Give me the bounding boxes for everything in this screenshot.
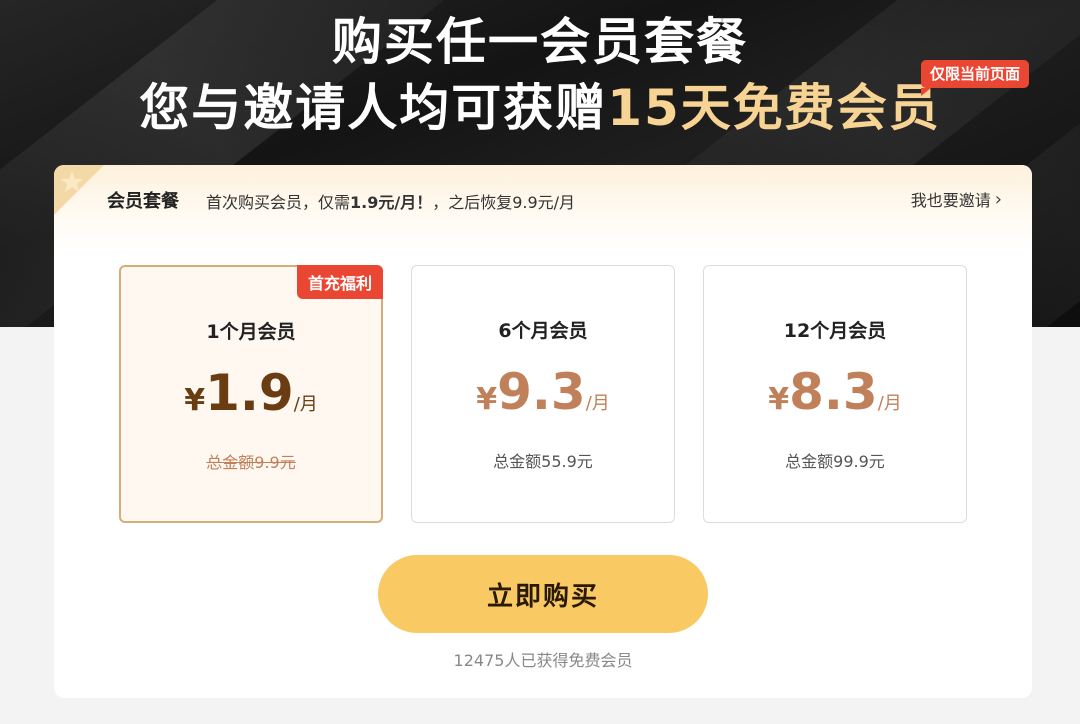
subtitle-suffix: ，之后恢复9.9元/月 (432, 193, 576, 212)
plan-option-6-months[interactable]: 6个月会员 ¥9.3/月 总金额55.9元 (411, 265, 675, 523)
plan-name: 1个月会员 (206, 321, 296, 343)
hero-subtitle: 您与邀请人均可获赠15天免费会员 (0, 78, 1080, 138)
membership-card: 会员套餐 首次购买会员，仅需1.9元/月！，之后恢复9.9元/月 我也要邀请 ›… (54, 165, 1032, 698)
chevron-right-icon: › (994, 188, 1002, 210)
price-unit: /月 (293, 394, 318, 415)
plan-price: ¥9.3/月 (412, 362, 674, 422)
currency-symbol: ¥ (184, 383, 206, 418)
plan-price: ¥1.9/月 (121, 363, 381, 423)
invite-link-label: 我也要邀请 (910, 191, 991, 210)
first-recharge-badge: 首充福利 (296, 265, 383, 299)
buy-now-button[interactable]: 立即购买 (378, 555, 708, 633)
hero-subtitle-prefix: 您与邀请人均可获赠 (139, 79, 608, 137)
free-member-count: 12475人已获得免费会员 (453, 651, 633, 670)
plan-total: 总金额55.9元 (493, 452, 593, 471)
price-unit: /月 (585, 393, 610, 414)
plan-total: 总金额99.9元 (785, 452, 885, 471)
price-unit: /月 (877, 393, 902, 414)
plan-price: ¥8.3/月 (704, 362, 966, 422)
plan-name: 12个月会员 (783, 320, 887, 342)
hero-subtitle-highlight: 15天免费会员 (607, 79, 941, 137)
subtitle-bold: 1.9元/月！ (350, 193, 433, 212)
plan-total: 总金额9.9元 (206, 453, 296, 472)
subtitle-prefix: 首次购买会员，仅需 (206, 193, 351, 212)
card-header: 会员套餐 首次购买会员，仅需1.9元/月！，之后恢复9.9元/月 我也要邀请 › (54, 165, 1032, 253)
plan-name: 6个月会员 (498, 320, 588, 342)
plan-option-12-months[interactable]: 12个月会员 ¥8.3/月 总金额99.9元 (703, 265, 967, 523)
currency-symbol: ¥ (476, 382, 498, 417)
plan-option-1-month[interactable]: 首充福利 1个月会员 ¥1.9/月 总金额9.9元 (119, 265, 383, 523)
hero-title: 购买任一会员套餐 (332, 13, 748, 71)
price-amount: 9.3 (497, 363, 586, 421)
currency-symbol: ¥ (768, 382, 790, 417)
price-amount: 1.9 (205, 364, 294, 422)
plan-section-title: 会员套餐 (107, 191, 179, 212)
limited-page-badge: 仅限当前页面 (921, 60, 1030, 96)
plan-section-subtitle: 首次购买会员，仅需1.9元/月！，之后恢复9.9元/月 (206, 189, 575, 213)
invite-link[interactable]: 我也要邀请 › (911, 187, 1002, 211)
star-corner-icon (54, 165, 104, 215)
price-amount: 8.3 (789, 363, 878, 421)
